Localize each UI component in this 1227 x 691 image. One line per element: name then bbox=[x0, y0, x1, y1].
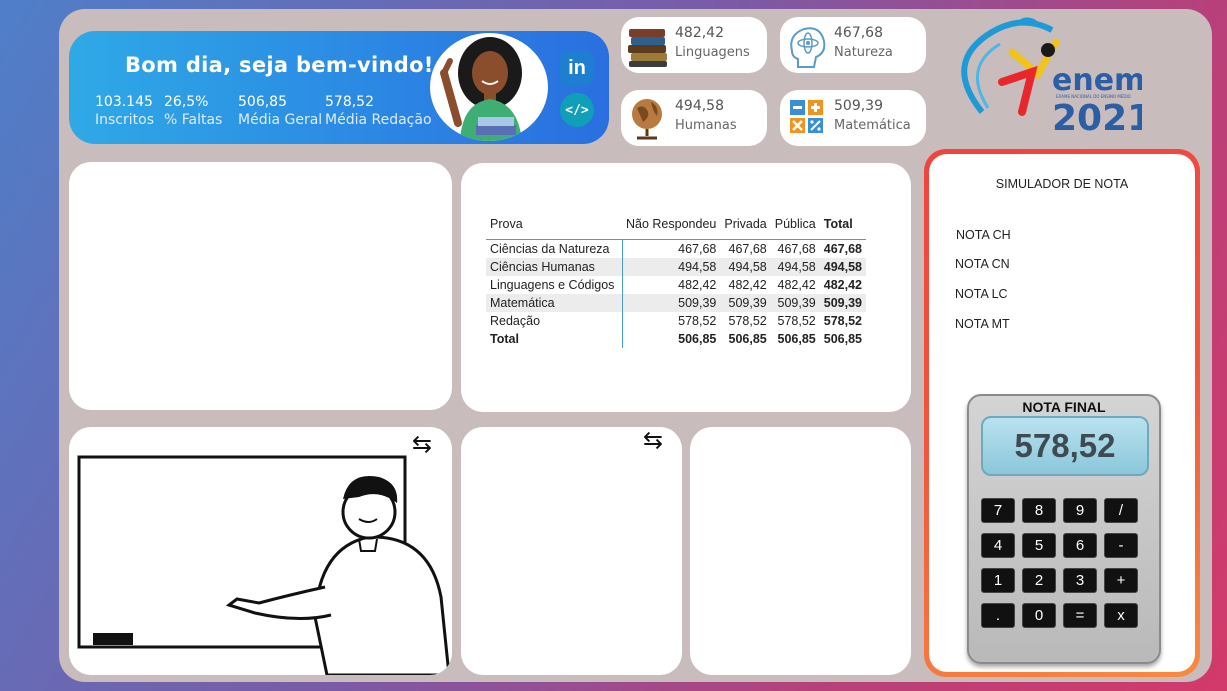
area-card-natureza: 467,68 Natureza bbox=[780, 17, 926, 73]
stat-media-redacao: 578,52 Média Redação bbox=[325, 94, 432, 128]
area-card-linguagens: 482,42 Linguagens bbox=[621, 17, 767, 73]
table-row: Ciências da Natureza 467,68 467,68 467,6… bbox=[486, 239, 866, 258]
calc-key: 8 bbox=[1022, 498, 1056, 523]
table-row: Redação 578,52 578,52 578,52 578,52 bbox=[486, 311, 866, 330]
linkedin-icon: in bbox=[568, 56, 586, 79]
table-row: Matemática 509,39 509,39 509,39 509,39 bbox=[486, 293, 866, 312]
stat-faltas: 26,5% % Faltas bbox=[164, 94, 223, 128]
table-row: Ciências Humanas 494,58 494,58 494,58 49… bbox=[486, 257, 866, 276]
grade-simulator-panel: SIMULADOR DE NOTA NOTA CH NOTA CN NOTA L… bbox=[924, 149, 1200, 677]
score-table: Prova Não Respondeu Privada Pública Tota… bbox=[486, 213, 880, 348]
linkedin-button[interactable]: in bbox=[560, 51, 594, 85]
col-privada[interactable]: Privada bbox=[720, 213, 770, 240]
calc-key: 6 bbox=[1063, 533, 1097, 558]
area-card-humanas: 494,58 Humanas bbox=[621, 90, 767, 146]
code-icon: </> bbox=[565, 102, 589, 118]
area-value: 467,68 bbox=[834, 25, 883, 41]
col-nao-respondeu[interactable]: Não Respondeu bbox=[622, 213, 720, 240]
brain-atom-icon bbox=[784, 21, 830, 69]
teacher-illustration-card bbox=[69, 427, 452, 675]
calculator-title: NOTA FINAL bbox=[1022, 399, 1106, 415]
area-value: 509,39 bbox=[834, 98, 883, 114]
books-icon bbox=[625, 21, 671, 69]
empty-visual-card-2 bbox=[461, 427, 682, 675]
calc-key: 0 bbox=[1022, 603, 1056, 628]
swap-icon[interactable]: ⇆ bbox=[643, 428, 663, 452]
swap-icon[interactable]: ⇆ bbox=[412, 432, 432, 456]
nota-cn-field[interactable]: NOTA CN bbox=[955, 257, 1010, 271]
area-label: Humanas bbox=[675, 118, 737, 133]
calc-key: / bbox=[1104, 498, 1138, 523]
calc-key: 4 bbox=[981, 533, 1015, 558]
col-total[interactable]: Total bbox=[820, 213, 866, 240]
area-card-matematica: 509,39 Matemática bbox=[780, 90, 926, 146]
col-prova[interactable]: Prova bbox=[486, 213, 622, 240]
area-value: 494,58 bbox=[675, 98, 724, 114]
final-grade-display: 578,52 bbox=[981, 416, 1149, 476]
welcome-banner: Bom dia, seja bem-vindo! 103.145 Inscrit… bbox=[69, 31, 609, 144]
nota-mt-field[interactable]: NOTA MT bbox=[955, 317, 1010, 331]
empty-visual-card-1 bbox=[69, 162, 452, 410]
area-label: Linguagens bbox=[675, 45, 750, 60]
calculator-illustration: NOTA FINAL 578,52 7 8 9 / 4 5 6 - 1 2 3 … bbox=[967, 394, 1161, 664]
calc-key: = bbox=[1063, 603, 1097, 628]
greeting-title: Bom dia, seja bem-vindo! bbox=[125, 53, 434, 77]
empty-visual-card-3 bbox=[690, 427, 911, 675]
col-publica[interactable]: Pública bbox=[771, 213, 820, 240]
logo-word: enem bbox=[1052, 63, 1142, 98]
calc-key: 1 bbox=[981, 568, 1015, 593]
calc-key: 5 bbox=[1022, 533, 1056, 558]
nota-ch-field[interactable]: NOTA CH bbox=[956, 228, 1011, 242]
calc-key: - bbox=[1104, 533, 1138, 558]
teacher-board-illustration bbox=[77, 455, 451, 675]
stat-media-geral: 506,85 Média Geral bbox=[238, 94, 323, 128]
calc-key: 2 bbox=[1022, 568, 1056, 593]
logo-year: 2021 bbox=[1052, 98, 1142, 136]
calculator-keypad: 7 8 9 / 4 5 6 - 1 2 3 + . 0 = x bbox=[981, 498, 1149, 628]
simulator-title: SIMULADOR DE NOTA bbox=[995, 177, 1129, 191]
area-value: 482,42 bbox=[675, 25, 724, 41]
calc-key: x bbox=[1104, 603, 1138, 628]
math-operators-icon bbox=[784, 94, 830, 142]
calc-key: 7 bbox=[981, 498, 1015, 523]
code-button[interactable]: </> bbox=[560, 93, 594, 127]
globe-icon bbox=[625, 94, 671, 142]
area-label: Matemática bbox=[834, 118, 911, 133]
calc-key: + bbox=[1104, 568, 1138, 593]
enem-2021-logo: enem EXAME NACIONAL DO ENSINO MÉDIO 2021 bbox=[952, 12, 1152, 139]
area-label: Natureza bbox=[834, 45, 893, 60]
stat-inscritos: 103.145 Inscritos bbox=[95, 94, 154, 128]
calc-key: 9 bbox=[1063, 498, 1097, 523]
waving-woman-illustration bbox=[430, 33, 548, 141]
nota-lc-field[interactable]: NOTA LC bbox=[955, 287, 1008, 301]
table-total-row: Total 506,85 506,85 506,85 506,85 bbox=[486, 329, 866, 348]
table-row: Linguagens e Códigos 482,42 482,42 482,4… bbox=[486, 275, 866, 294]
calc-key: 3 bbox=[1063, 568, 1097, 593]
calc-key: . bbox=[981, 603, 1015, 628]
